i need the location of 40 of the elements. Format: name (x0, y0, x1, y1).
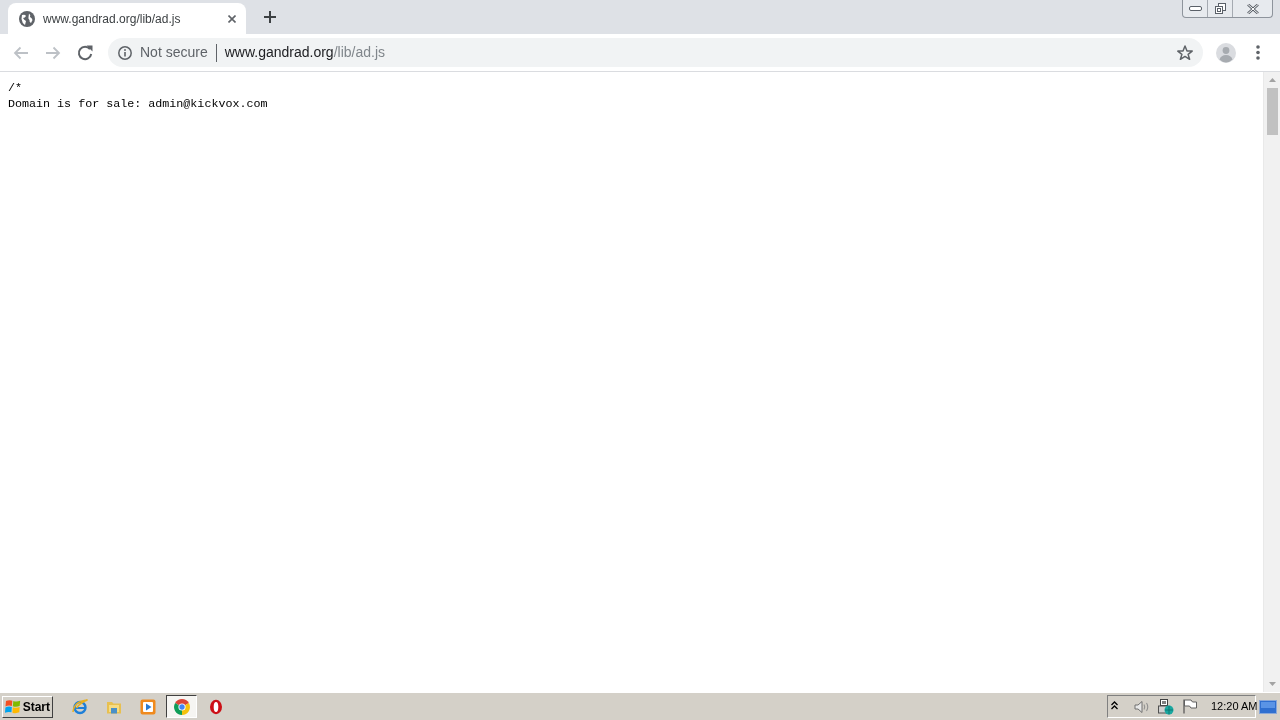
menu-dots-icon (1256, 45, 1260, 60)
taskbar-button[interactable] (166, 695, 197, 718)
speaker-icon (1134, 699, 1150, 714)
double-caret-icon (1111, 700, 1118, 710)
caret-up-icon (1268, 78, 1276, 82)
clock-button[interactable]: 12:20 AM (1211, 698, 1258, 715)
start-button[interactable]: Start (2, 695, 53, 718)
show-desktop-button[interactable] (1259, 698, 1277, 715)
segmented-circle-icon (173, 698, 190, 715)
url-text: www.gandrad.org/lib/ad.js (224, 43, 385, 62)
flag-icon (1183, 699, 1197, 714)
minimize-icon (1188, 6, 1202, 11)
close-icon (1246, 3, 1259, 14)
star-icon (1177, 45, 1193, 60)
action-center-button[interactable] (1183, 699, 1197, 714)
network-button[interactable] (1158, 698, 1174, 715)
close-icon (228, 14, 236, 23)
security-indicator-button[interactable]: Not secure (118, 42, 208, 63)
ring-icon (208, 698, 223, 715)
four-pane-flag-icon (5, 699, 21, 714)
desktop-icon (1259, 699, 1277, 714)
code-line: /* (8, 80, 24, 96)
play-icon (139, 698, 156, 715)
restore-icon (1214, 3, 1226, 14)
forward-arrow-icon (45, 44, 61, 61)
volume-button[interactable] (1134, 699, 1150, 714)
network-icon (1158, 698, 1174, 715)
back-arrow-icon (13, 44, 29, 61)
code-line: Domain is for sale: admin@kickvox.com (8, 96, 269, 112)
bookmark-button[interactable] (1176, 43, 1194, 62)
plus-icon (264, 11, 276, 23)
info-icon (118, 45, 132, 60)
browser-tab[interactable]: www.gandrad.org/lib/ad.js (8, 3, 246, 34)
avatar-icon (1216, 42, 1236, 63)
caret-down-icon (1268, 682, 1276, 686)
ring-swoosh-icon (71, 698, 88, 715)
reload-icon (77, 44, 93, 61)
address-bar[interactable]: Not secure www.gandrad.org/lib/ad.js (108, 38, 1203, 67)
globe-icon (19, 10, 35, 27)
scrollbar-thumb[interactable] (1267, 88, 1278, 135)
